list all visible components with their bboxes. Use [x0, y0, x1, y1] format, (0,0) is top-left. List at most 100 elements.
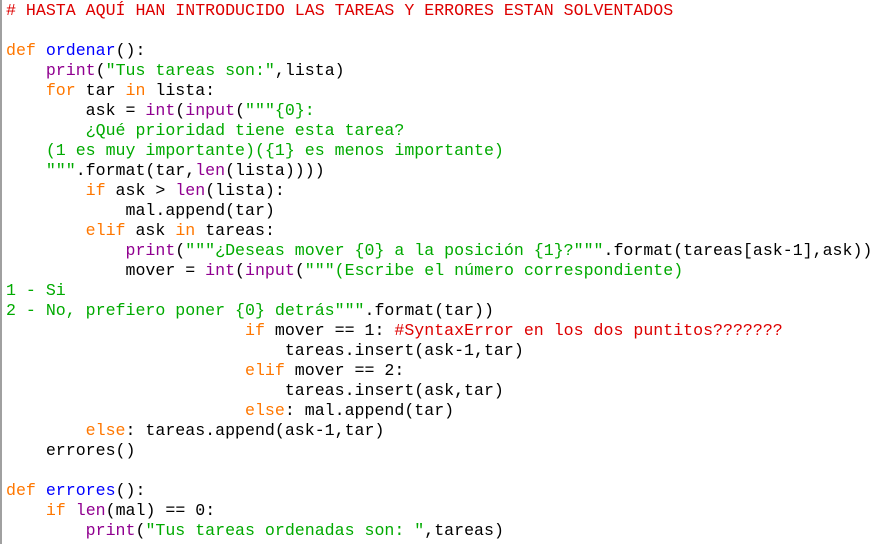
keyword-token: if [245, 321, 265, 340]
code-line[interactable]: print("""¿Deseas mover {0} a la posición… [6, 241, 873, 261]
code-line[interactable]: def errores(): [6, 481, 872, 501]
code-token: : mal.append(tar) [284, 401, 455, 420]
keyword-token: else [245, 401, 285, 420]
keyword-token: elif [245, 361, 285, 380]
comment-text: #SyntaxError en los dos puntitos??????? [394, 321, 783, 340]
code-line[interactable]: (1 es muy importante)({1} es menos impor… [6, 141, 872, 161]
builtin-token: print [85, 521, 136, 540]
builtin-token: input [245, 261, 295, 280]
code-token: mal.append(tar) [6, 201, 275, 220]
builtin-token: len [195, 161, 226, 180]
function-name: ordenar [45, 41, 116, 60]
string-literal: (1 es muy importante)({1} es menos impor… [6, 141, 504, 160]
code-line[interactable]: if len(mal) == 0: [6, 501, 872, 521]
code-line[interactable]: ask = int(input("""{0}: [6, 101, 872, 121]
code-token: (): [115, 481, 146, 500]
code-token: ask = [6, 101, 146, 120]
code-token: mover = [6, 261, 206, 280]
code-token: ( [175, 101, 186, 120]
code-token: ( [95, 61, 106, 80]
code-token: ( [294, 261, 305, 280]
code-token: (mal) == 0: [105, 501, 216, 520]
string-literal: 2 - No, prefiero poner {0} detrás""" [6, 301, 365, 320]
code-text-area[interactable]: # HASTA AQUÍ HAN INTRODUCIDO LAS TAREAS … [6, 1, 872, 541]
keyword-token: def [6, 481, 36, 500]
code-token: (lista): [205, 181, 285, 200]
code-line[interactable]: ¿Qué prioridad tiene esta tarea? [6, 121, 872, 141]
code-line[interactable]: mal.append(tar) [6, 201, 872, 221]
string-literal: ¿Qué prioridad tiene esta tarea? [6, 121, 405, 140]
code-token: ask > [105, 181, 176, 200]
code-token: tareas: [195, 221, 275, 240]
builtin-token: int [205, 261, 236, 280]
code-line[interactable]: if ask > len(lista): [6, 181, 872, 201]
string-literal: """ [6, 161, 76, 180]
builtin-token: print [45, 61, 96, 80]
code-line[interactable]: print("Tus tareas son:",lista) [6, 61, 872, 81]
code-line[interactable] [6, 21, 872, 41]
function-name: errores [45, 481, 116, 500]
comment-text: # HASTA AQUÍ HAN INTRODUCIDO LAS TAREAS … [6, 1, 674, 20]
keyword-token: if [45, 501, 66, 520]
code-token: : tareas.append(ask-1,tar) [125, 421, 385, 440]
code-line[interactable]: elif ask in tareas: [6, 221, 872, 241]
code-token: ,tareas) [424, 521, 504, 540]
string-literal: "Tus tareas son:" [105, 61, 275, 80]
builtin-token: int [145, 101, 176, 120]
code-token: ( [175, 241, 186, 260]
string-literal: """(Escribe el número correspondiente) [304, 261, 684, 280]
builtin-token: input [185, 101, 236, 120]
code-token: errores() [6, 441, 136, 460]
code-line[interactable]: else: mal.append(tar) [6, 401, 872, 421]
code-line[interactable]: else: tareas.append(ask-1,tar) [6, 421, 872, 441]
keyword-token: elif [85, 221, 126, 240]
keyword-token: in [125, 81, 146, 100]
code-line[interactable]: def ordenar(): [6, 41, 872, 61]
code-line[interactable]: elif mover == 2: [6, 361, 872, 381]
keyword-token: in [175, 221, 196, 240]
code-line[interactable]: 1 - Si [6, 281, 872, 301]
code-token: mover == 2: [284, 361, 405, 380]
code-line[interactable]: tareas.insert(ask-1,tar) [6, 341, 872, 361]
code-token: tareas.insert(ask-1,tar) [6, 341, 524, 360]
code-token: tareas.insert(ask,tar) [6, 381, 504, 400]
builtin-token: len [75, 501, 106, 520]
code-line[interactable]: # HASTA AQUÍ HAN INTRODUCIDO LAS TAREAS … [6, 1, 872, 21]
string-literal: "Tus tareas ordenadas son: " [145, 521, 425, 540]
code-token: mover == 1: [264, 321, 395, 340]
code-token: .format(tareas[ask-1],ask)) [603, 241, 873, 260]
code-line[interactable]: 2 - No, prefiero poner {0} detrás""".for… [6, 301, 872, 321]
code-line[interactable]: mover = int(input("""(Escribe el número … [6, 261, 872, 281]
string-literal: """{0}: [245, 101, 315, 120]
code-line[interactable]: for tar in lista: [6, 81, 872, 101]
string-literal: 1 - Si [6, 281, 66, 300]
code-line[interactable]: tareas.insert(ask,tar) [6, 381, 872, 401]
code-token: (lista)))) [225, 161, 325, 180]
code-line[interactable]: """.format(tar,len(lista)))) [6, 161, 872, 181]
keyword-token: def [6, 41, 36, 60]
code-line[interactable] [6, 461, 872, 481]
code-token: .format(tar, [75, 161, 196, 180]
keyword-token: for [45, 81, 76, 100]
code-token: ( [235, 261, 246, 280]
keyword-token: else [85, 421, 126, 440]
code-token: (): [115, 41, 146, 60]
code-line[interactable]: if mover == 1: #SyntaxError en los dos p… [6, 321, 872, 341]
code-token: tar [75, 81, 126, 100]
code-editor[interactable]: # HASTA AQUÍ HAN INTRODUCIDO LAS TAREAS … [0, 0, 885, 544]
code-line[interactable]: print("Tus tareas ordenadas son: ",tarea… [6, 521, 872, 541]
code-line[interactable]: errores() [6, 441, 872, 461]
builtin-token: print [125, 241, 176, 260]
code-token: lista: [145, 81, 216, 100]
